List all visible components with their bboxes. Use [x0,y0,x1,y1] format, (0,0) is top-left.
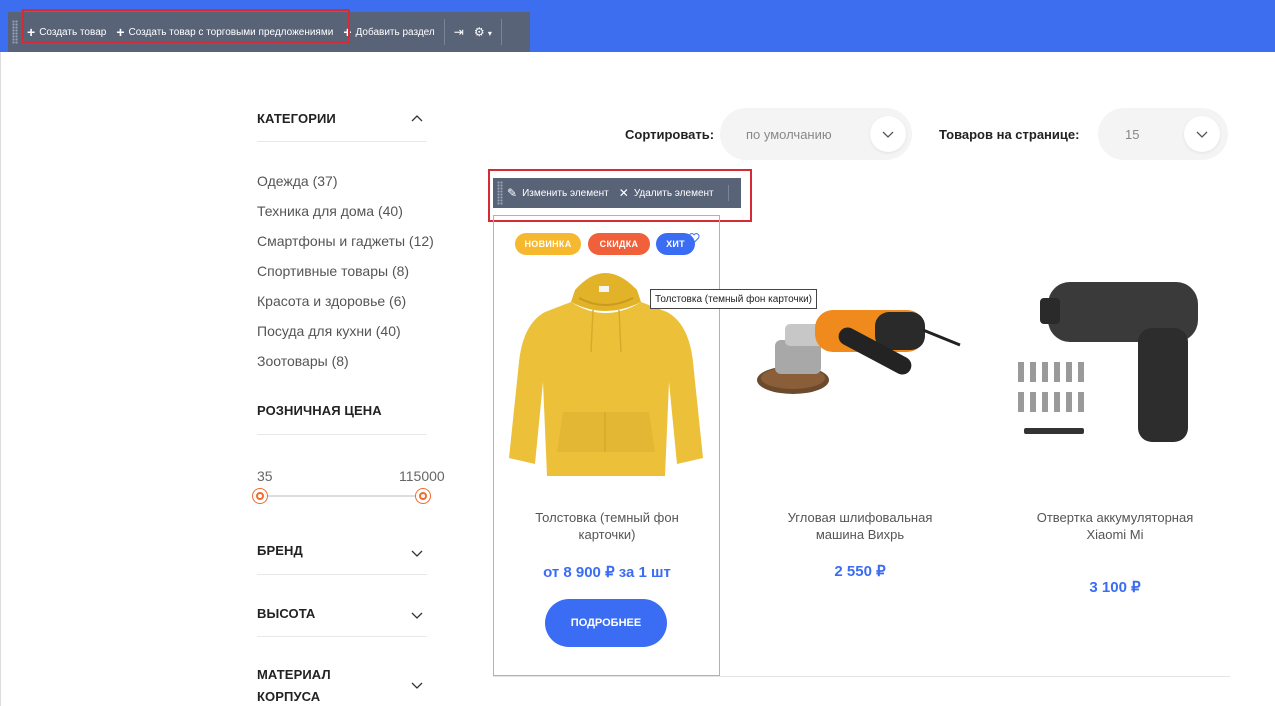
badge-new: НОВИНКА [515,233,581,255]
category-link[interactable]: Техника для дома (40) [257,203,403,219]
badge-sale: СКИДКА [588,233,650,255]
brand-filter-title[interactable]: БРЕНД [257,543,303,558]
price-min-handle[interactable] [253,489,267,503]
sort-label: Сортировать: [625,127,715,142]
material-filter-title[interactable]: МАТЕРИАЛ [257,667,331,682]
per-page-value: 15 [1125,127,1140,142]
category-link[interactable]: Зоотовары (8) [257,353,349,369]
height-filter-title[interactable]: ВЫСОТА [257,606,315,621]
product-name[interactable]: Угловая шлифовальная машина Вихрь [765,509,955,543]
category-link[interactable]: Одежда (37) [257,173,338,189]
heart-icon[interactable] [688,232,700,244]
create-product-button[interactable]: + Создать товар [22,24,111,40]
pin-icon[interactable]: ⇥ [449,25,469,39]
divider [493,676,1230,677]
chevron-down-icon[interactable] [410,608,424,622]
create-product-with-offers-button[interactable]: + Создать товар с торговыми предложениями [111,24,338,40]
chevron-up-icon[interactable] [410,111,424,125]
price-max-handle[interactable] [416,489,430,503]
product-price: от 8 900 ₽ за 1 шт [543,564,671,581]
drag-handle[interactable] [12,20,18,44]
add-section-button[interactable]: + Добавить раздел [338,24,439,40]
price-min-value: 35 [257,468,273,484]
material-filter-title-line2[interactable]: КОРПУСА [257,689,320,704]
gear-icon[interactable]: ⚙ ▾ [469,25,497,39]
category-link[interactable]: Смартфоны и гаджеты (12) [257,233,434,249]
product-price: 2 550 ₽ [834,563,886,580]
category-link[interactable]: Красота и здоровье (6) [257,293,406,309]
product-image-grinder[interactable] [755,290,965,420]
product-image-screwdriver[interactable] [1010,278,1210,448]
divider [257,141,427,142]
plus-icon: + [116,24,125,40]
price-range-track [262,495,424,497]
divider [257,574,427,575]
toolbar-divider [500,19,502,45]
details-button[interactable]: ПОДРОБНЕЕ [545,599,667,647]
categories-filter-title[interactable]: КАТЕГОРИИ [257,111,336,126]
plus-icon: + [343,24,352,40]
product-name[interactable]: Отвертка аккумуляторная Xiaomi Mi [1020,509,1210,543]
product-name[interactable]: Толстовка (темный фон карточки) [512,509,702,543]
sort-select-value: по умолчанию [746,127,832,142]
toolbar-divider [443,19,445,45]
plus-icon: + [27,24,36,40]
divider [257,434,427,435]
price-filter-title: РОЗНИЧНАЯ ЦЕНА [257,403,382,418]
category-link[interactable]: Спортивные товары (8) [257,263,409,279]
divider [257,636,427,637]
chevron-down-icon[interactable] [870,116,906,152]
chevron-down-icon[interactable] [410,678,424,692]
category-link[interactable]: Посуда для кухни (40) [257,323,401,339]
product-price: 3 100 ₽ [1089,579,1141,596]
admin-toolbar: + Создать товар + Создать товар с торговым… [8,9,530,52]
chevron-down-icon[interactable] [1184,116,1220,152]
chevron-down-icon[interactable] [410,546,424,560]
page-left-edge [0,52,6,706]
price-max-value: 115000 [399,468,445,484]
per-page-label: Товаров на странице: [939,127,1080,142]
